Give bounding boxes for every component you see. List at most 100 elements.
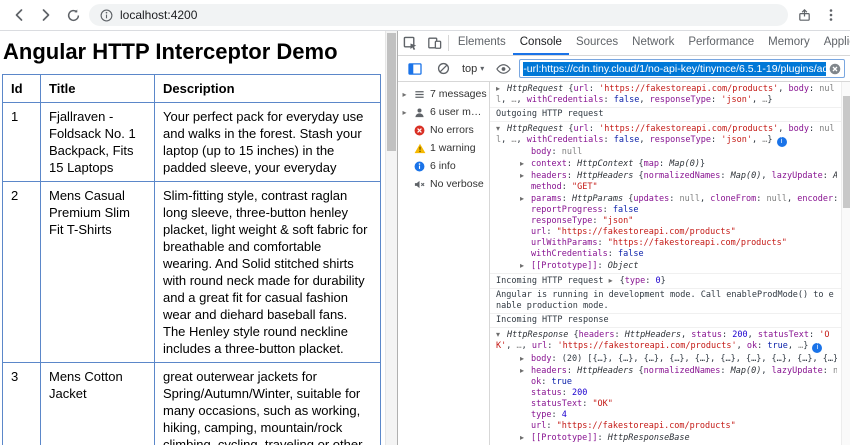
expander-icon[interactable]: ▸: [496, 83, 507, 94]
console-filter-input[interactable]: -url:https://cdn.tiny.cloud/1/no-api-key…: [519, 59, 845, 78]
console-sidebar-toggle-icon[interactable]: [403, 62, 427, 75]
console-token: HttpParams: [571, 194, 629, 204]
tab-network[interactable]: Network: [625, 31, 681, 55]
expander-icon[interactable]: ▸: [520, 170, 531, 181]
column-header: Title: [40, 74, 155, 103]
console-token: :: [603, 95, 614, 105]
cell-id: 1: [2, 102, 41, 182]
javascript-context-select[interactable]: top ▾: [459, 63, 487, 75]
console-filter-error[interactable]: No errors: [398, 121, 489, 139]
page-scrollbar-thumb[interactable]: [387, 33, 396, 151]
live-expression-icon[interactable]: [491, 63, 515, 75]
console-token: encoder: [797, 194, 834, 204]
forward-icon[interactable]: [35, 4, 57, 26]
cell-title: Fjallraven - Foldsack No. 1 Backpack, Fi…: [40, 102, 155, 182]
console-token: lazyUpdate: [771, 171, 823, 181]
console-token: :: [809, 84, 820, 94]
object-property-row: statusText: "OK": [496, 399, 837, 410]
console-filter-info[interactable]: 6 info: [398, 157, 489, 175]
console-token: HttpRequest: [507, 124, 569, 134]
console-token: body: [788, 124, 810, 134]
console-token: HttpHeaders: [624, 330, 682, 340]
console-token: "OK": [592, 399, 613, 409]
console-message: Incoming HTTP response: [490, 314, 841, 328]
console-token: :: [588, 84, 600, 94]
console-token: 'json': [721, 95, 752, 105]
console-token: 'json': [721, 135, 752, 145]
console-token: withCredentials: [526, 135, 604, 145]
console-token: cloneFrom: [710, 194, 757, 204]
expander-icon[interactable]: ▸: [520, 365, 531, 376]
console-token: updates: [633, 194, 670, 204]
expander-icon[interactable]: ▸: [520, 260, 531, 271]
console-token: Outgoing HTTP request: [496, 109, 604, 119]
back-icon[interactable]: [8, 4, 30, 26]
console-token: "GET": [571, 182, 598, 192]
column-header: Id: [2, 74, 41, 103]
console-token: :: [592, 216, 603, 226]
console-token: :: [711, 95, 722, 105]
console-token: :: [541, 377, 552, 387]
reload-icon[interactable]: [62, 4, 84, 26]
expander-icon[interactable]: ▸: [520, 432, 531, 443]
browser-menu-icon[interactable]: [820, 4, 842, 26]
page-title: Angular HTTP Interceptor Demo: [3, 39, 338, 64]
console-token: withCredentials: [526, 95, 604, 105]
console-token: :: [720, 366, 731, 376]
console-token: ,: [516, 135, 527, 145]
expander-icon[interactable]: ▾: [496, 123, 507, 134]
tab-memory[interactable]: Memory: [761, 31, 817, 55]
expander-icon[interactable]: ▸: [609, 275, 620, 286]
info-icon: [413, 161, 426, 172]
console-token: ,: [506, 341, 517, 351]
console-filter-verbose[interactable]: No verbose: [398, 175, 489, 193]
console-token: responseType: [649, 135, 712, 145]
console-filter-user[interactable]: ▸ 6 user messages: [398, 103, 489, 121]
clear-console-icon[interactable]: [431, 62, 455, 75]
console-token: ,: [778, 124, 789, 134]
address-bar[interactable]: localhost:4200: [89, 4, 788, 26]
tab-performance[interactable]: Performance: [681, 31, 761, 55]
console-token: :: [720, 171, 731, 181]
clear-filter-icon[interactable]: [829, 63, 841, 75]
console-token: :: [597, 238, 608, 248]
info-icon: i: [812, 343, 823, 353]
console-filter-messages[interactable]: ▸ 7 messages: [398, 85, 489, 103]
object-properties: body: null ▸ context: HttpContext {map: Ma…: [496, 147, 837, 272]
tab-console[interactable]: Console: [512, 31, 569, 55]
console-token: :: [711, 135, 722, 145]
console-scrollbar[interactable]: [841, 82, 850, 445]
console-token: :: [547, 341, 558, 351]
console-token: method: [531, 182, 562, 192]
tab-sources[interactable]: Sources: [569, 31, 625, 55]
console-scrollbar-thumb[interactable]: [843, 96, 850, 208]
inspect-element-icon[interactable]: [398, 31, 422, 55]
site-info-icon[interactable]: [99, 8, 113, 22]
console-token: ,: [501, 95, 512, 105]
object-property-row: reportProgress: false: [496, 205, 837, 216]
device-toolbar-icon[interactable]: [422, 31, 446, 55]
table-row: 2 Mens Casual Premium Slim Fit T-Shirts Sl…: [2, 181, 381, 363]
console-token: 200: [732, 330, 748, 340]
console-token: ,: [787, 194, 798, 204]
expander-icon[interactable]: ▸: [520, 353, 531, 364]
console-token: lazyUpdate: [771, 366, 823, 376]
column-header: Description: [154, 74, 381, 103]
console-token: ,: [516, 95, 527, 105]
console-filter-warning[interactable]: 1 warning: [398, 139, 489, 157]
expander-icon[interactable]: ▸: [520, 158, 531, 169]
console-messages: ▸ HttpRequest {url: 'https://fakestoreapi…: [490, 82, 841, 445]
share-icon[interactable]: [793, 4, 815, 26]
object-property-row: status: 200: [496, 388, 837, 399]
console-token: ,: [639, 95, 650, 105]
tab-elements[interactable]: Elements: [451, 31, 513, 55]
page-scrollbar[interactable]: [385, 31, 397, 445]
expander-icon[interactable]: ▸: [520, 193, 531, 204]
tab-application[interactable]: Application: [817, 31, 850, 55]
console-message-text: Angular is running in development mode. …: [496, 290, 837, 312]
context-label: top: [462, 62, 478, 75]
object-property-row: withCredentials: false: [496, 249, 837, 260]
expander-icon[interactable]: ▾: [496, 329, 507, 340]
console-token: url: [573, 84, 589, 94]
console-token: }: [767, 95, 773, 105]
